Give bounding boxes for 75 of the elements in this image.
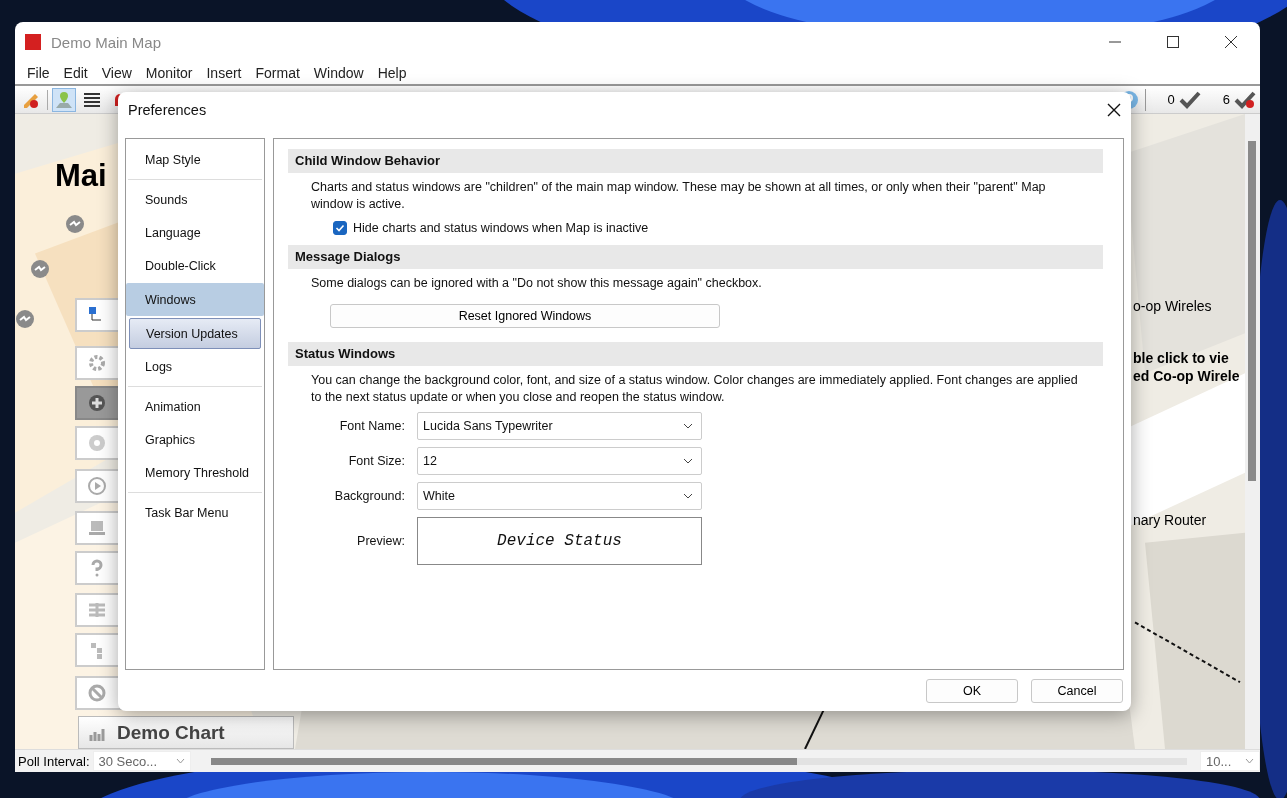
- alert-count: 6: [1221, 92, 1230, 107]
- preview-box: Device Status: [417, 517, 702, 565]
- demo-chart-button[interactable]: Demo Chart: [78, 716, 294, 749]
- field-label: Background:: [333, 489, 405, 503]
- chevron-icon: [683, 423, 693, 429]
- map-label: nary Router: [1133, 512, 1207, 528]
- nav-item[interactable]: Sounds: [128, 184, 262, 215]
- play-icon: [87, 476, 107, 496]
- dialog-title: Preferences: [128, 102, 207, 118]
- nav-item[interactable]: Memory Threshold: [128, 457, 262, 488]
- laptop-icon: [87, 518, 107, 538]
- cancel-button[interactable]: Cancel: [1031, 678, 1123, 703]
- menu-item[interactable]: View: [94, 65, 139, 81]
- map-title: Mai: [55, 158, 107, 194]
- menu-item[interactable]: File: [20, 65, 57, 81]
- maximize-icon[interactable]: [1166, 35, 1180, 49]
- nav-item[interactable]: Version Updates: [129, 318, 261, 349]
- field-label: Font Size:: [347, 454, 405, 468]
- zoom-dropdown[interactable]: 10...: [1200, 751, 1260, 771]
- map-pin-icon: [54, 89, 74, 110]
- section-header: Child Window Behavior: [288, 149, 1103, 173]
- window-title: Demo Main Map: [51, 33, 162, 51]
- nav-item[interactable]: Double-Click: [128, 250, 262, 281]
- section-description: You can change the background color, font, and size of a status window. Color changes are immediately applied. Font changes are applied to the next status update or when you close and reopen the status window.: [310, 372, 1079, 406]
- close-icon[interactable]: [1107, 103, 1121, 117]
- grid-icon: [87, 600, 107, 620]
- horizontal-scrollbar[interactable]: [210, 757, 1187, 765]
- menu-item[interactable]: Help: [370, 65, 414, 81]
- checkmark-icon: [335, 223, 345, 233]
- vertical-scrollbar[interactable]: [1245, 114, 1260, 749]
- reset-button[interactable]: Reset Ignored Windows: [330, 304, 720, 328]
- checkbox[interactable]: [333, 221, 347, 235]
- map-label: o-op Wireles: [1133, 298, 1212, 314]
- poll-interval-label: Poll Interval:: [17, 753, 90, 769]
- check-count: 0: [1166, 92, 1175, 107]
- nav-item[interactable]: Language: [128, 217, 262, 248]
- no-sign-icon: [87, 683, 107, 703]
- device-icon[interactable]: [30, 259, 50, 279]
- poll-interval-dropdown[interactable]: 30 Seco...: [92, 751, 191, 771]
- list-icon: [83, 91, 101, 108]
- checkbox-label: Hide charts and status windows when Map is inactive: [353, 221, 649, 235]
- menu-item[interactable]: Window: [306, 65, 371, 81]
- nav-item[interactable]: Windows: [126, 283, 264, 316]
- map-label: ble click to vie: [1133, 350, 1229, 366]
- nav-item[interactable]: Animation: [128, 391, 262, 422]
- field-label: Font Name:: [338, 419, 405, 433]
- close-icon[interactable]: [1224, 35, 1238, 49]
- nav-item[interactable]: Logs: [128, 351, 262, 382]
- checkmark-icon[interactable]: [1178, 90, 1201, 109]
- section-description: Some dialogs can be ignored with a "Do not show this message again" checkbox.: [310, 275, 763, 292]
- field-label: Preview:: [356, 534, 405, 548]
- menu-item[interactable]: Format: [248, 65, 307, 81]
- device-icon[interactable]: [15, 309, 35, 329]
- nav-item[interactable]: Graphics: [128, 424, 262, 455]
- menu-item[interactable]: Edit: [56, 65, 95, 81]
- section-header: Status Windows: [288, 342, 1103, 366]
- dropdown[interactable]: 12: [417, 447, 702, 475]
- nav-item[interactable]: Map Style: [128, 144, 262, 175]
- section-description: Charts and status windows are "children" of the main map window. These may be shown at all times, or only when their "parent" Map window is active.: [310, 179, 1047, 213]
- chevron-icon: [175, 758, 185, 764]
- chevron-icon: [683, 493, 693, 499]
- menu-item[interactable]: Insert: [199, 65, 249, 81]
- plus-icon: [87, 393, 107, 413]
- dropdown[interactable]: White: [417, 482, 702, 510]
- menu-item[interactable]: Monitor: [138, 65, 200, 81]
- nav-item[interactable]: Task Bar Menu: [128, 497, 262, 528]
- section-header: Message Dialogs: [288, 245, 1103, 269]
- chevron-icon: [1245, 758, 1254, 764]
- checkmark-alert-icon[interactable]: [1234, 90, 1256, 109]
- chevron-icon: [683, 458, 693, 464]
- dropdown[interactable]: Lucida Sans Typewriter: [417, 412, 702, 440]
- map-label: ed Co-op Wirele: [1133, 368, 1240, 384]
- app-logo-icon: [25, 34, 41, 50]
- device-icon[interactable]: [65, 214, 85, 234]
- ok-button[interactable]: OK: [926, 678, 1018, 703]
